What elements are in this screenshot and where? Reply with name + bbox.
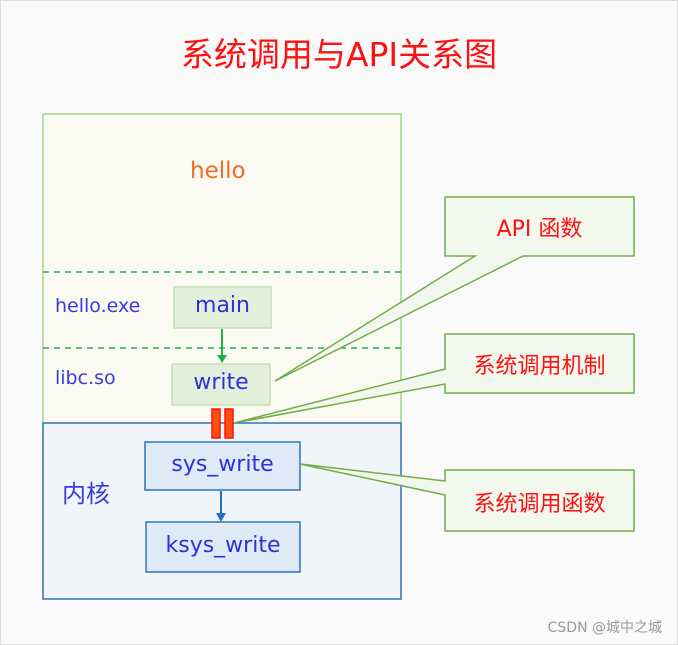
syscall-gate-right	[224, 408, 234, 439]
kernel-label: 内核	[62, 480, 110, 508]
layer-label-libc-so: libc.so	[55, 367, 116, 389]
diagram-shapes	[42, 113, 635, 600]
syscall-gate-left	[211, 408, 221, 439]
function-ksys-write: ksys_write	[165, 533, 281, 558]
callout-mechanism-label: 系统调用机制	[473, 354, 606, 379]
callout-syscall-function-label: 系统调用函数	[473, 492, 606, 517]
watermark: CSDN @城中之城	[547, 620, 662, 636]
function-main: main	[195, 293, 250, 318]
function-write: write	[193, 370, 249, 395]
layer-label-hello-exe: hello.exe	[55, 295, 141, 317]
program-label-hello: hello	[190, 158, 246, 184]
function-sys-write: sys_write	[171, 452, 274, 477]
callout-api-label: API 函数	[496, 217, 583, 242]
